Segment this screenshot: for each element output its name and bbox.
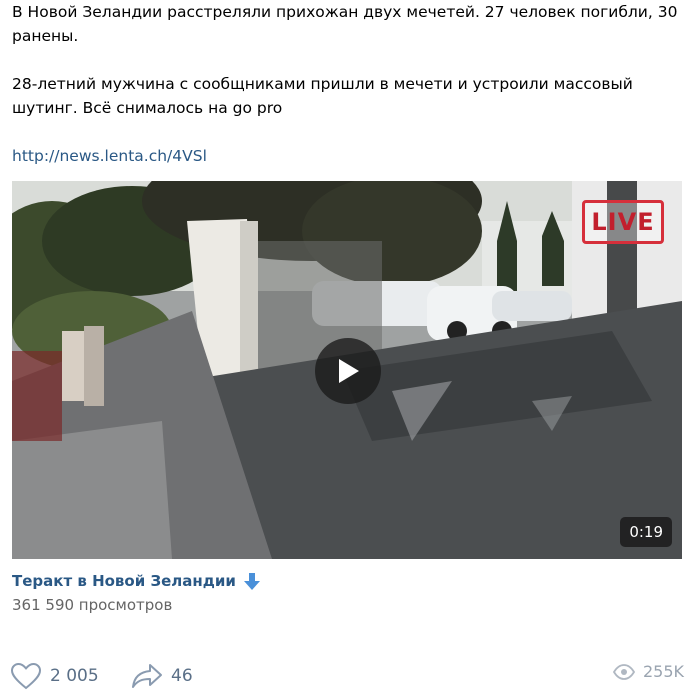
video-title-row[interactable]: Теракт в Новой Зеландии <box>12 571 262 591</box>
video-views: 361 590 просмотров <box>12 596 173 614</box>
views-count: 255K <box>642 662 684 681</box>
like-button[interactable]: 2 005 <box>10 662 99 690</box>
share-icon <box>132 664 162 688</box>
eye-icon <box>612 663 635 680</box>
like-count: 2 005 <box>50 666 99 686</box>
post-footer: 2 005 46 255K <box>10 662 684 696</box>
post-text-paragraph-2: 28-летний мужчина с сообщниками пришли в… <box>12 75 633 117</box>
post-link[interactable]: http://news.lenta.ch/4VSl <box>12 147 207 165</box>
play-button[interactable] <box>315 338 381 404</box>
video-duration: 0:19 <box>620 517 672 547</box>
share-button[interactable]: 46 <box>131 662 193 690</box>
video-title[interactable]: Теракт в Новой Зеландии <box>12 572 236 590</box>
share-count: 46 <box>171 666 193 686</box>
views-counter: 255K <box>612 662 684 681</box>
post-text-paragraph-1: В Новой Зеландии расстреляли прихожан дв… <box>12 3 678 45</box>
play-icon <box>339 359 359 383</box>
post-text: В Новой Зеландии расстреляли прихожан дв… <box>12 0 692 168</box>
heart-icon <box>10 662 42 690</box>
video-player[interactable]: LIVE 0:19 <box>12 181 682 559</box>
live-badge: LIVE <box>582 200 664 244</box>
down-arrow-emoji-icon <box>241 571 262 591</box>
